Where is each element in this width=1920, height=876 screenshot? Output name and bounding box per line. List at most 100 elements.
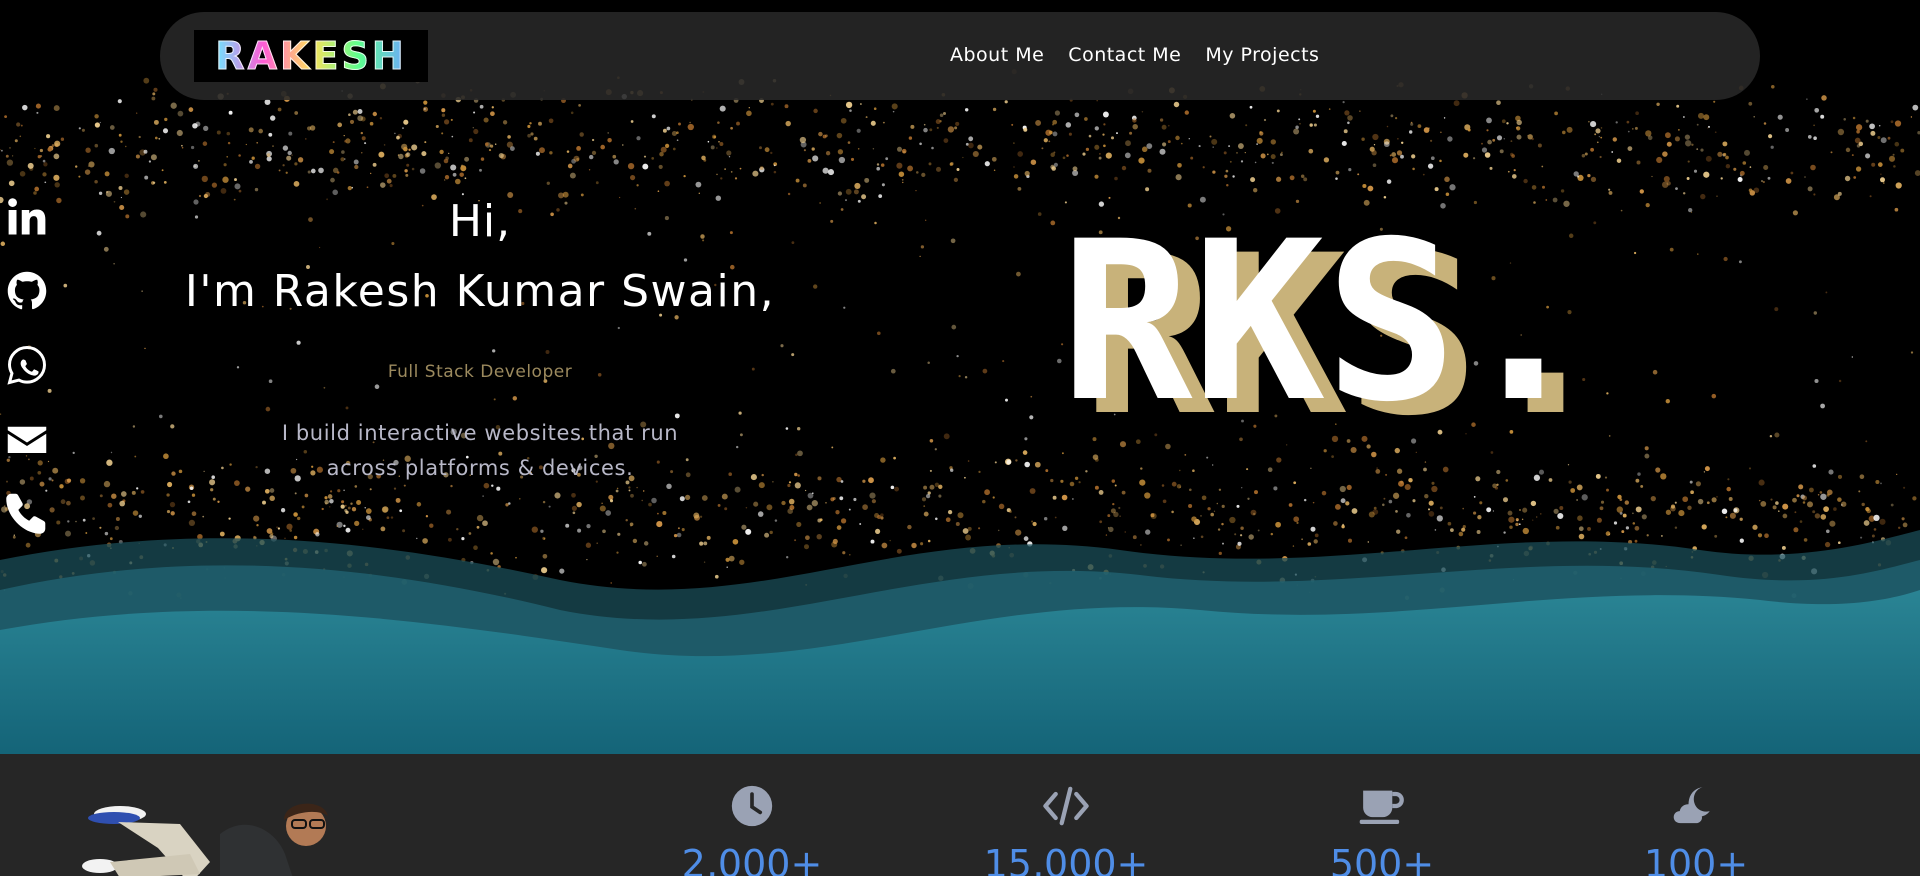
sparkle	[1232, 175, 1235, 178]
sparkle	[1841, 504, 1843, 506]
nav-link-my-projects[interactable]: My Projects	[1205, 44, 1319, 66]
sparkle	[822, 167, 829, 174]
sparkle	[929, 484, 935, 490]
sparkle	[817, 476, 822, 481]
sparkle	[1411, 154, 1416, 159]
social-links	[6, 196, 56, 534]
sparkle	[1595, 473, 1601, 479]
sparkle	[719, 105, 726, 112]
sparkle	[622, 144, 624, 146]
sparkle	[424, 141, 427, 144]
sparkle	[781, 500, 786, 506]
sparkle	[1559, 506, 1564, 510]
sparkle	[1030, 159, 1037, 165]
nav-link-contact-me[interactable]: Contact Me	[1068, 44, 1181, 66]
sparkle	[949, 162, 953, 166]
sparkle	[1782, 513, 1788, 519]
sparkle	[1772, 505, 1777, 510]
sparkle	[925, 493, 931, 499]
sparkle	[699, 515, 703, 518]
linkedin-icon[interactable]	[6, 196, 48, 238]
sparkle	[81, 128, 85, 132]
sparkle	[78, 127, 81, 130]
sparkle	[1253, 188, 1258, 193]
sparkle	[94, 180, 98, 184]
sparkle	[1843, 118, 1846, 121]
nav-link-about-me[interactable]: About Me	[950, 44, 1044, 66]
sparkle	[341, 500, 345, 504]
sparkle	[902, 181, 904, 184]
sparkle	[223, 163, 227, 167]
sparkle	[1289, 175, 1295, 181]
sparkle	[1244, 152, 1246, 154]
sparkle	[1548, 478, 1553, 482]
sparkle	[736, 121, 740, 126]
sparkle	[1721, 508, 1728, 515]
sparkle	[1270, 154, 1276, 160]
sparkle	[210, 488, 214, 492]
sparkle	[498, 153, 504, 159]
whatsapp-icon[interactable]	[6, 344, 48, 386]
sparkle	[1501, 119, 1506, 124]
sparkle	[896, 162, 903, 169]
sparkle	[616, 487, 619, 490]
sparkle	[34, 147, 36, 150]
sparkle	[1397, 138, 1399, 140]
sparkle	[1865, 153, 1871, 159]
sparkle	[1650, 495, 1656, 502]
sparkle	[1303, 498, 1307, 502]
sparkle	[1515, 126, 1519, 129]
sparkle	[1167, 140, 1171, 144]
sparkle	[366, 186, 369, 189]
sparkle	[1481, 147, 1488, 153]
sparkle	[993, 169, 996, 171]
sparkle	[943, 138, 949, 143]
sparkle	[1531, 185, 1537, 190]
sparkle	[1655, 467, 1661, 473]
sparkle	[1050, 478, 1054, 483]
sparkle	[53, 153, 60, 160]
sparkle	[529, 122, 532, 125]
sparkle	[964, 376, 968, 379]
sparkle	[730, 171, 733, 173]
sparkle	[1760, 501, 1767, 507]
sparkle	[1506, 122, 1509, 125]
sparkle	[519, 498, 521, 500]
sparkle	[921, 497, 927, 502]
phone-icon[interactable]	[6, 492, 48, 534]
sparkle	[1270, 139, 1276, 145]
sparkle	[1237, 143, 1244, 150]
sparkle	[1256, 143, 1258, 145]
sparkle	[998, 503, 1005, 510]
sparkle	[1085, 147, 1090, 152]
sparkle	[956, 168, 960, 171]
sparkle	[1013, 174, 1019, 179]
sparkle	[357, 115, 364, 122]
sparkle	[600, 144, 605, 150]
sparkle	[419, 168, 426, 174]
sparkle	[1686, 177, 1690, 180]
sparkle	[964, 476, 966, 479]
stat-value: 2,000+	[681, 842, 823, 876]
sparkle	[854, 182, 861, 189]
sparkle	[1767, 176, 1771, 180]
sparkle	[1714, 131, 1717, 134]
sparkle	[724, 507, 728, 511]
sparkle	[1462, 507, 1464, 510]
sparkle	[328, 506, 331, 508]
sparkle	[394, 132, 396, 135]
sparkle	[266, 156, 272, 162]
sparkle	[135, 154, 140, 159]
site-logo[interactable]: RAKESH	[194, 30, 428, 82]
sparkle	[79, 478, 86, 484]
sparkle	[1693, 169, 1698, 173]
email-icon[interactable]	[6, 418, 48, 460]
sparkle	[390, 516, 394, 519]
sparkle	[496, 486, 501, 491]
sparkle	[479, 168, 482, 172]
sparkle	[1683, 116, 1685, 118]
sparkle	[1444, 176, 1450, 183]
sparkle	[642, 490, 645, 492]
github-icon[interactable]	[6, 270, 48, 312]
sparkle	[739, 167, 742, 170]
